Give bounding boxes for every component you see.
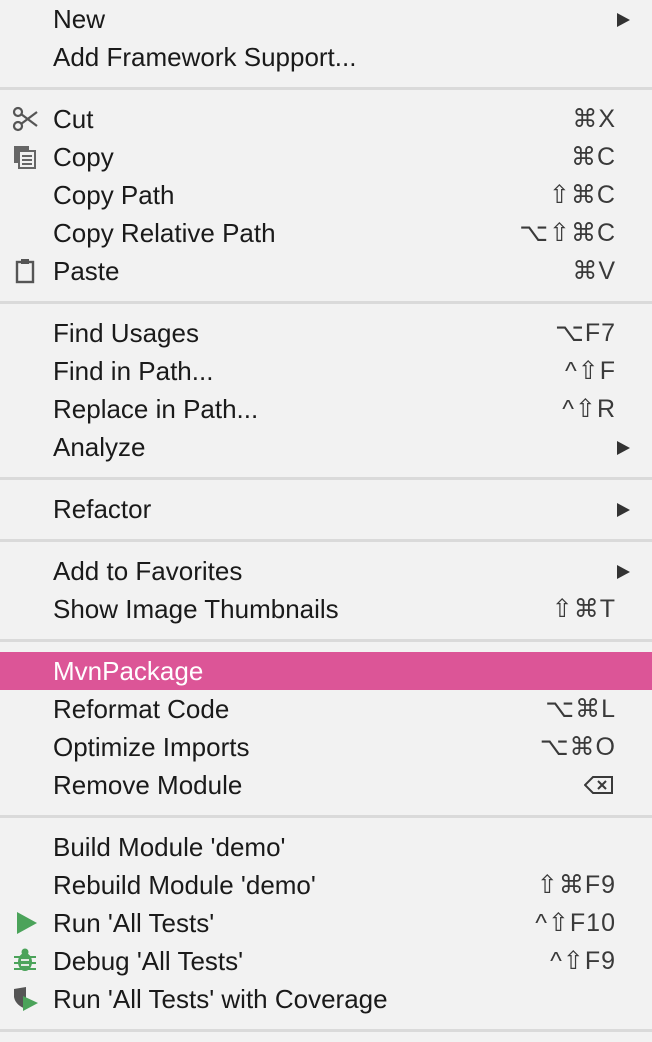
menu-item-label: Rebuild Module 'demo' bbox=[53, 870, 316, 900]
shortcut-label: ⇧⌘F9 bbox=[536, 871, 616, 899]
menu-item-copy[interactable]: Copy ⌘C bbox=[0, 138, 652, 176]
menu-separator bbox=[0, 804, 652, 828]
menu-item-label: Build Module 'demo' bbox=[53, 832, 286, 862]
menu-separator bbox=[0, 628, 652, 652]
shortcut-label: ⌥⌘L bbox=[545, 695, 616, 723]
shortcut-label: ⌥F7 bbox=[555, 319, 616, 347]
menu-item-label: Reformat Code bbox=[53, 694, 230, 724]
shortcut-label: ⌘X bbox=[572, 105, 616, 133]
menu-separator bbox=[0, 528, 652, 552]
menu-item-label: Show Image Thumbnails bbox=[53, 594, 339, 624]
scissors-icon bbox=[12, 106, 38, 132]
run-icon bbox=[17, 912, 37, 934]
menu-item-label: Add to Favorites bbox=[53, 556, 243, 586]
menu-item-label: Find Usages bbox=[53, 318, 199, 348]
menu-item-copy-relative-path[interactable]: Copy Relative Path ⌥⇧⌘C bbox=[0, 214, 652, 252]
menu-item-label: Optimize Imports bbox=[53, 732, 250, 762]
shortcut-label: ⇧⌘C bbox=[548, 181, 616, 209]
menu-item-show-image-thumbnails[interactable]: Show Image Thumbnails ⇧⌘T bbox=[0, 590, 652, 628]
shortcut-label: ⌥⌘O bbox=[539, 733, 616, 761]
coverage-icon bbox=[14, 987, 38, 1011]
menu-item-mvnpackage[interactable]: MvnPackage bbox=[0, 652, 652, 690]
menu-item-label: MvnPackage bbox=[53, 656, 204, 686]
menu-item-find-in-path[interactable]: Find in Path... ^⇧F bbox=[0, 352, 652, 390]
menu-item-label: Remove Module bbox=[53, 770, 243, 800]
menu-item-debug-all-tests[interactable]: Debug 'All Tests' ^⇧F9 bbox=[0, 942, 652, 980]
submenu-arrow-icon bbox=[617, 503, 630, 517]
menu-item-label: Debug 'All Tests' bbox=[53, 946, 244, 976]
menu-item-build-module[interactable]: Build Module 'demo' bbox=[0, 828, 652, 866]
shortcut-label: ⌥⇧⌘C bbox=[519, 219, 616, 247]
shortcut-label: ^⇧R bbox=[562, 395, 616, 423]
menu-item-replace-in-path[interactable]: Replace in Path... ^⇧R bbox=[0, 390, 652, 428]
menu-separator bbox=[0, 290, 652, 314]
menu-item-label: Copy Relative Path bbox=[53, 218, 276, 248]
delete-key-icon bbox=[584, 776, 613, 794]
menu-item-add-framework-support[interactable]: Add Framework Support... bbox=[0, 38, 652, 76]
shortcut-label: ⌘C bbox=[570, 143, 616, 171]
shortcut-label: ⇧⌘T bbox=[551, 595, 616, 623]
menu-item-label: Paste bbox=[53, 256, 120, 286]
menu-item-label: Run 'All Tests' with Coverage bbox=[53, 984, 388, 1014]
menu-item-rebuild-module[interactable]: Rebuild Module 'demo' ⇧⌘F9 bbox=[0, 866, 652, 904]
submenu-arrow-icon bbox=[617, 565, 630, 579]
shortcut-label: ^⇧F9 bbox=[550, 947, 616, 975]
debug-icon bbox=[14, 948, 36, 971]
menu-item-label: New bbox=[53, 4, 106, 34]
menu-item-refactor[interactable]: Refactor bbox=[0, 490, 652, 528]
menu-item-new[interactable]: New bbox=[0, 0, 652, 38]
menu-item-label: Copy Path bbox=[53, 180, 175, 210]
menu-item-label: Run 'All Tests' bbox=[53, 908, 215, 938]
menu-separator bbox=[0, 466, 652, 490]
shortcut-label: ^⇧F bbox=[565, 357, 616, 385]
menu-item-copy-path[interactable]: Copy Path ⇧⌘C bbox=[0, 176, 652, 214]
menu-item-cut[interactable]: Cut ⌘X bbox=[0, 100, 652, 138]
shortcut-label: ⌘V bbox=[572, 257, 616, 285]
menu-item-label: Analyze bbox=[53, 432, 146, 462]
menu-item-label: Cut bbox=[53, 104, 94, 134]
menu-separator bbox=[0, 1018, 652, 1042]
submenu-arrow-icon bbox=[617, 441, 630, 455]
menu-item-label: Find in Path... bbox=[53, 356, 214, 386]
menu-item-label: Copy bbox=[53, 142, 114, 172]
context-menu: New Add Framework Support... Cut ⌘X Copy… bbox=[0, 0, 652, 1036]
menu-item-paste[interactable]: Paste ⌘V bbox=[0, 252, 652, 290]
shortcut-label: ^⇧F10 bbox=[535, 909, 616, 937]
clipboard-icon bbox=[15, 259, 35, 284]
menu-item-remove-module[interactable]: Remove Module bbox=[0, 766, 652, 804]
menu-separator bbox=[0, 76, 652, 100]
menu-item-analyze[interactable]: Analyze bbox=[0, 428, 652, 466]
menu-item-add-to-favorites[interactable]: Add to Favorites bbox=[0, 552, 652, 590]
menu-item-run-with-coverage[interactable]: Run 'All Tests' with Coverage bbox=[0, 980, 652, 1018]
copy-icon bbox=[14, 146, 36, 169]
menu-item-label: Refactor bbox=[53, 494, 152, 524]
menu-item-label: Replace in Path... bbox=[53, 394, 259, 424]
menu-item-reformat-code[interactable]: Reformat Code ⌥⌘L bbox=[0, 690, 652, 728]
menu-item-label: Add Framework Support... bbox=[53, 42, 357, 72]
menu-item-optimize-imports[interactable]: Optimize Imports ⌥⌘O bbox=[0, 728, 652, 766]
menu-item-run-all-tests[interactable]: Run 'All Tests' ^⇧F10 bbox=[0, 904, 652, 942]
submenu-arrow-icon bbox=[617, 13, 630, 27]
menu-item-find-usages[interactable]: Find Usages ⌥F7 bbox=[0, 314, 652, 352]
